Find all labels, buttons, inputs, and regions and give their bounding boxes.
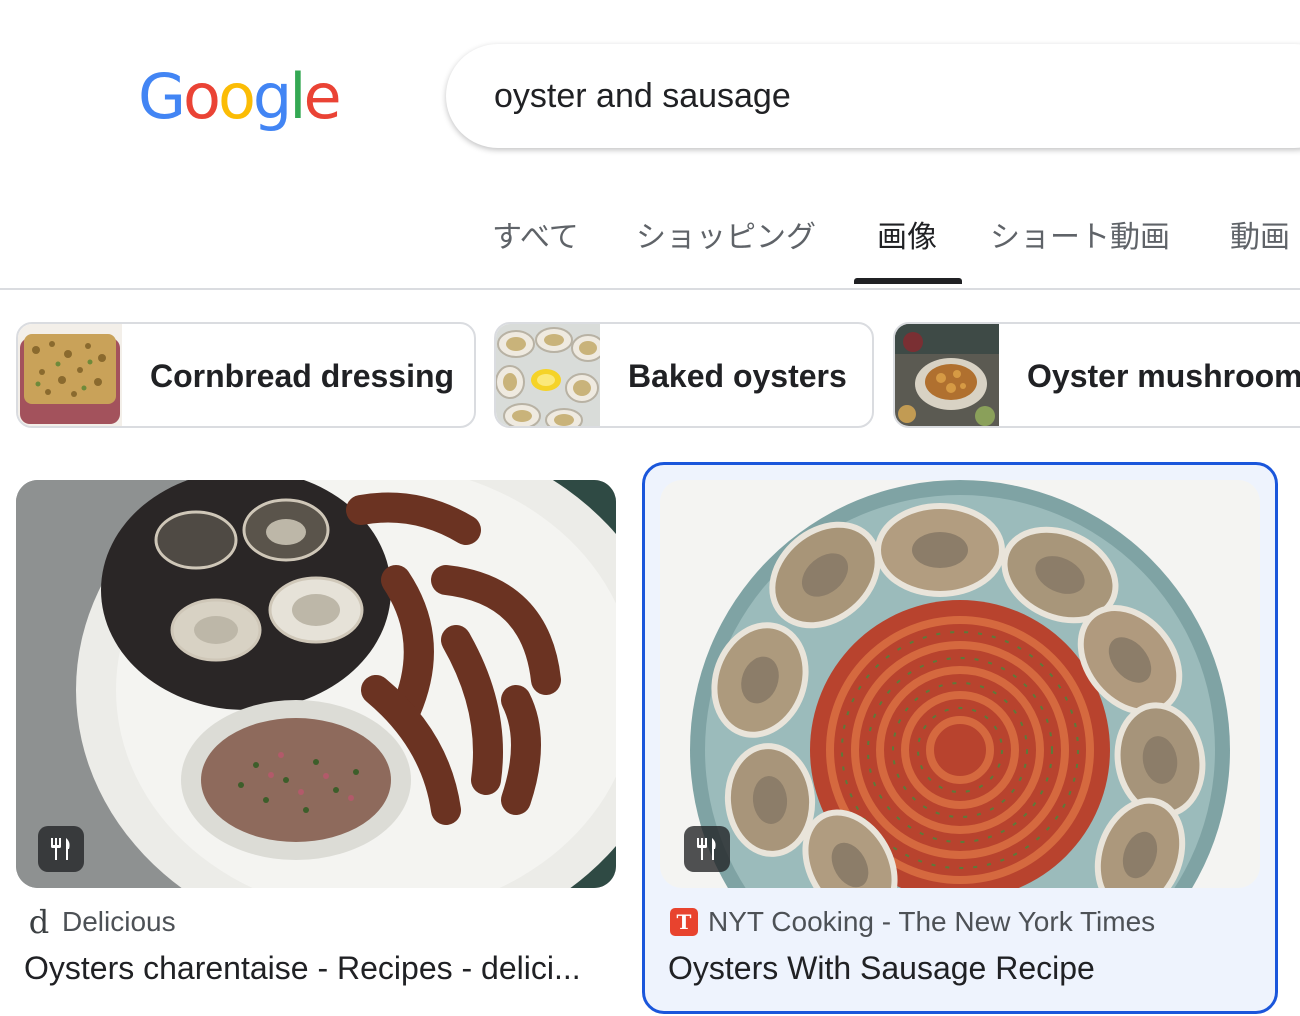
chip-label: Oyster mushroom bbox=[1027, 358, 1300, 394]
tab-shopping[interactable]: ショッピング bbox=[636, 212, 816, 256]
logo-letter: G bbox=[138, 60, 186, 133]
logo-letter: e bbox=[303, 60, 342, 133]
oyster-mushroom-thumbnail bbox=[895, 324, 999, 426]
chip-oyster-mushroom[interactable]: Oyster mushroom bbox=[893, 322, 1300, 428]
result-title[interactable]: Oysters charentaise - Recipes - delici..… bbox=[24, 950, 614, 987]
fork-knife-icon bbox=[51, 838, 70, 860]
cornbread-dressing-thumbnail bbox=[18, 324, 122, 426]
active-tab-indicator bbox=[854, 278, 962, 284]
tab-videos[interactable]: 動画 bbox=[1230, 212, 1290, 256]
result-image-oysters-with-sausage[interactable] bbox=[660, 480, 1260, 888]
delicious-favicon: d bbox=[28, 903, 50, 941]
result-image-oysters-charentaise[interactable] bbox=[16, 480, 616, 888]
search-box[interactable] bbox=[446, 44, 1300, 148]
fork-knife-icon bbox=[697, 838, 716, 860]
chip-baked-oysters[interactable]: Baked oysters bbox=[494, 322, 874, 428]
recipe-badge bbox=[684, 826, 730, 872]
tabs-divider bbox=[0, 288, 1300, 290]
chip-label: Cornbread dressing bbox=[150, 358, 455, 394]
logo-letter: o bbox=[183, 60, 221, 133]
tab-images[interactable]: 画像 bbox=[877, 212, 937, 256]
chip-label: Baked oysters bbox=[628, 358, 847, 394]
result-source[interactable]: T NYT Cooking - The New York Times bbox=[670, 906, 1155, 938]
google-logo[interactable]: Google bbox=[138, 52, 342, 142]
recipe-badge bbox=[38, 826, 84, 872]
logo-letter: l bbox=[289, 60, 306, 133]
result-source[interactable]: d Delicious bbox=[26, 906, 176, 938]
tab-all[interactable]: すべて bbox=[492, 212, 579, 256]
baked-oysters-thumbnail bbox=[496, 324, 600, 426]
logo-letter: g bbox=[252, 60, 292, 133]
logo-letter: o bbox=[217, 60, 256, 133]
search-tabs: すべて ショッピング 画像 ショート動画 動画 bbox=[0, 196, 1300, 288]
nyt-favicon: T bbox=[670, 908, 698, 936]
chip-cornbread-dressing[interactable]: Cornbread dressing bbox=[16, 322, 476, 428]
source-name: Delicious bbox=[62, 906, 176, 937]
source-name: NYT Cooking - The New York Times bbox=[708, 906, 1156, 937]
tab-short-videos[interactable]: ショート動画 bbox=[990, 212, 1170, 256]
result-title[interactable]: Oysters With Sausage Recipe bbox=[668, 950, 1258, 987]
search-input[interactable] bbox=[494, 72, 1194, 120]
google-image-search-page: Google すべて ショッピング 画像 ショート動画 動画 bbox=[0, 0, 1300, 1016]
